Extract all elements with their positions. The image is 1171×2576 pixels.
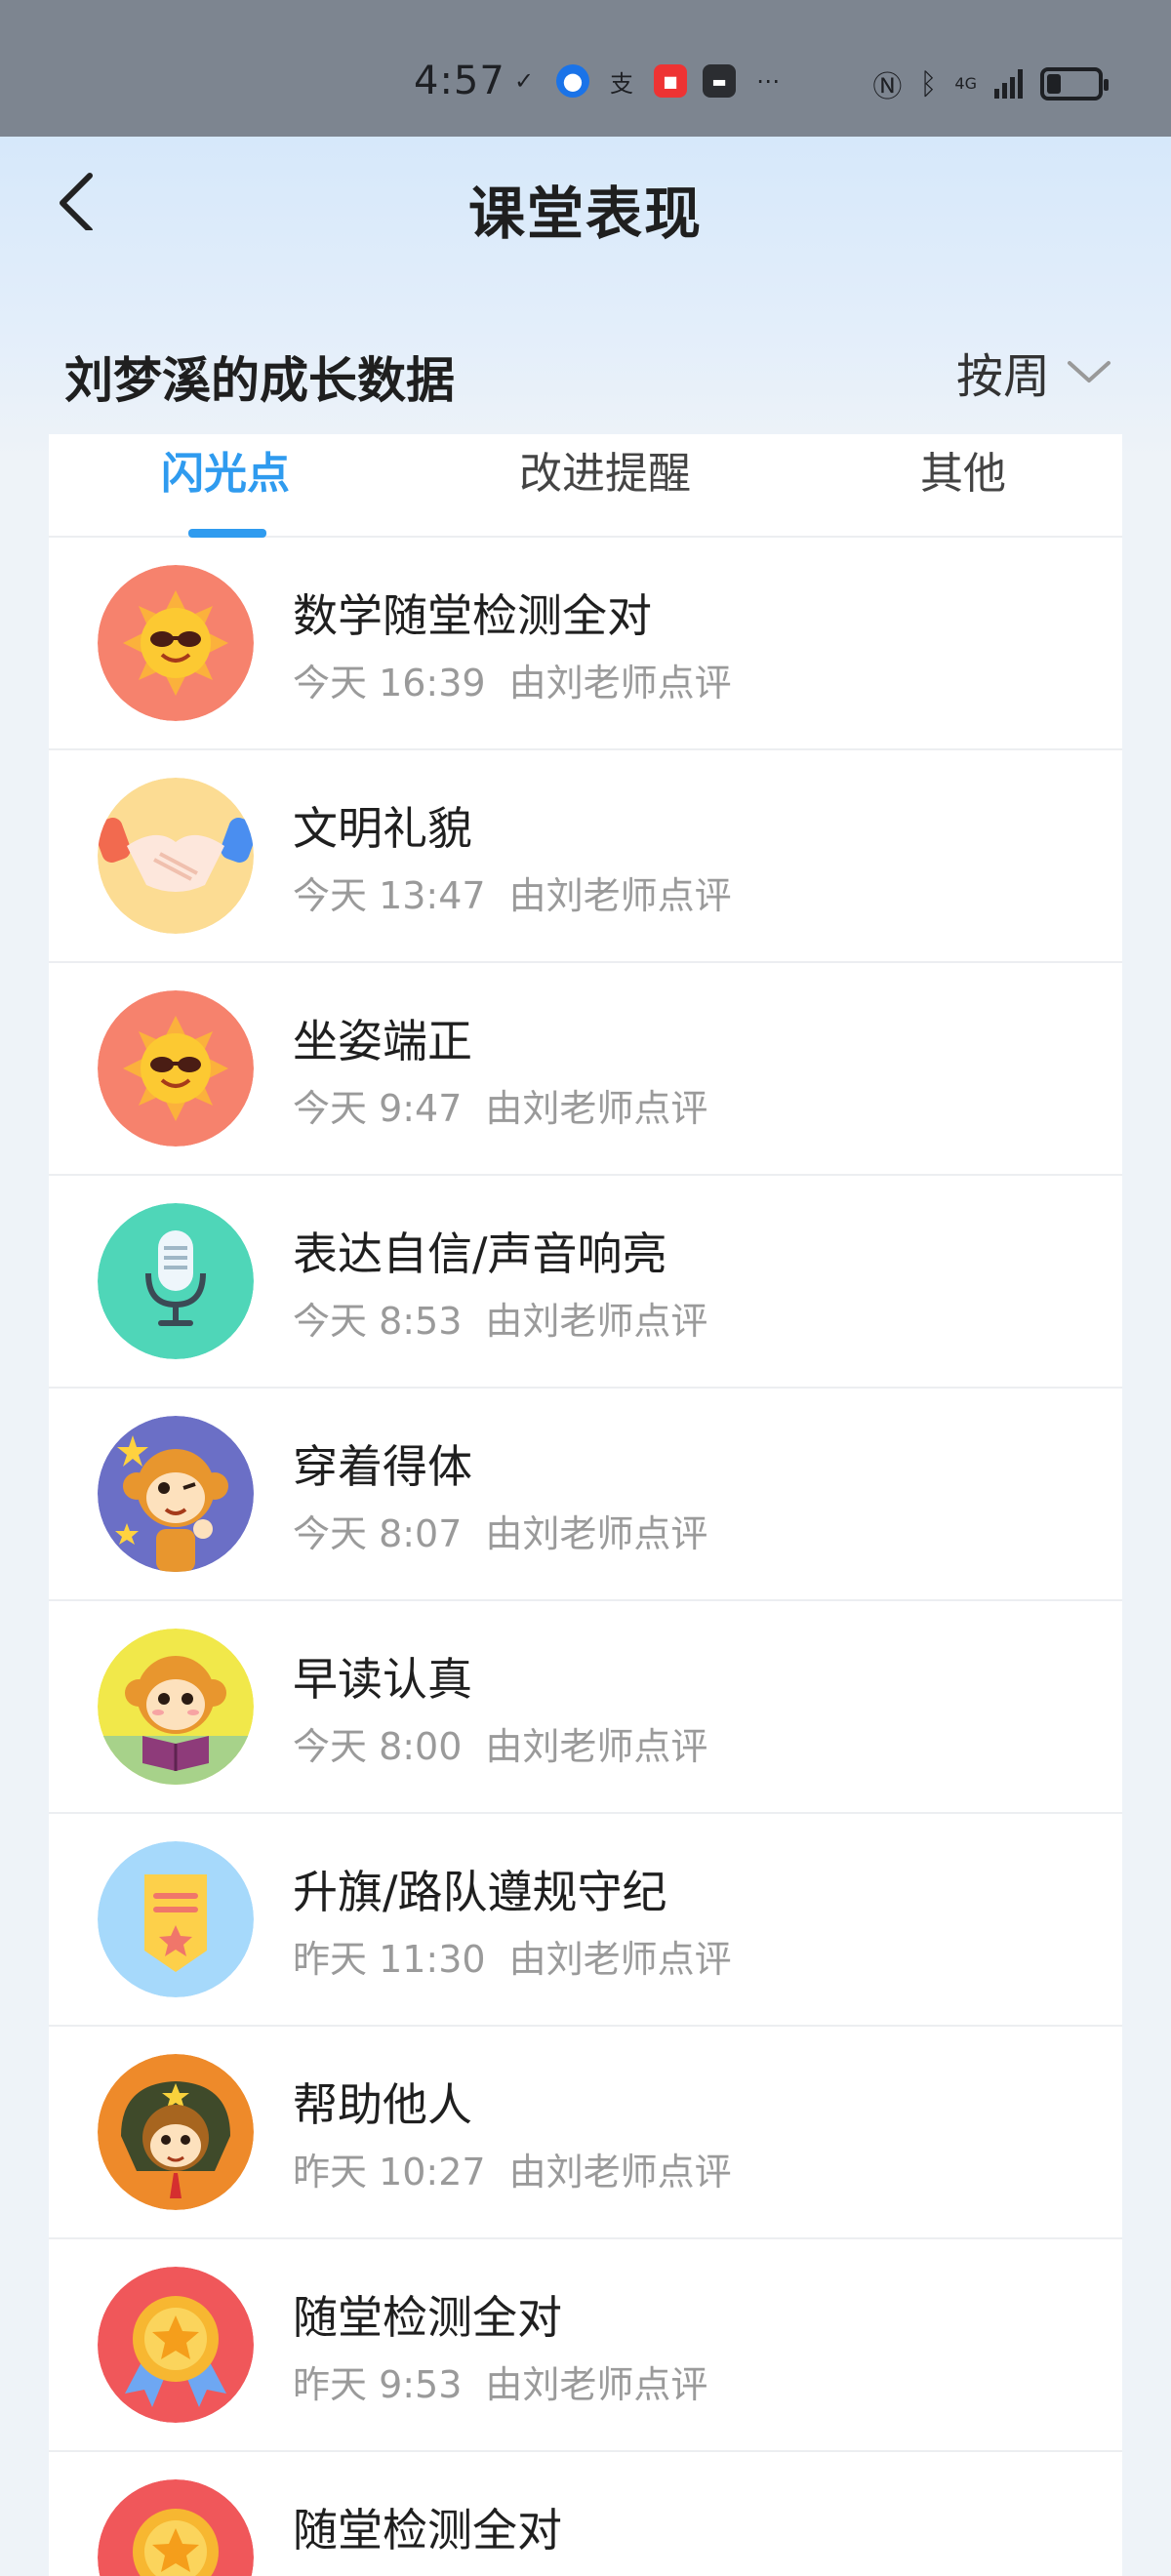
item-meta: 今天 16:39 由刘老师点评 <box>293 653 732 706</box>
item-title: 文明礼貌 <box>293 802 472 855</box>
list-item[interactable]: 表达自信/声音响亮 今天 8:53 由刘老师点评 <box>49 1176 1122 1389</box>
item-reviewer: 由刘老师点评 <box>485 1725 708 1768</box>
item-time: 昨天 9:53 <box>293 2363 463 2406</box>
item-time: 今天 9:47 <box>293 1087 463 1130</box>
list-item[interactable]: 升旗/路队遵规守纪 昨天 11:30 由刘老师点评 <box>49 1814 1122 2027</box>
item-meta <box>293 2567 316 2576</box>
item-title: 数学随堂检测全对 <box>293 589 652 642</box>
item-title: 帮助他人 <box>293 2078 472 2131</box>
list-item[interactable]: 文明礼貌 今天 13:47 由刘老师点评 <box>49 750 1122 963</box>
medal-icon <box>98 2479 254 2576</box>
handshake-icon <box>98 778 254 934</box>
item-time: 今天 8:53 <box>293 1300 463 1343</box>
news-app-icon: ■ <box>654 64 687 98</box>
sun-sunglasses-icon <box>98 565 254 721</box>
item-title: 升旗/路队遵规守纪 <box>293 1866 667 1918</box>
item-title: 表达自信/声音响亮 <box>293 1228 667 1280</box>
item-reviewer: 由刘老师点评 <box>508 1938 732 1981</box>
list-item[interactable]: 穿着得体 今天 8:07 由刘老师点评 <box>49 1389 1122 1601</box>
monkey-reading-icon <box>98 1629 254 1785</box>
student-growth-title: 刘梦溪的成长数据 <box>64 352 455 409</box>
item-time: 今天 8:00 <box>293 1725 463 1768</box>
item-reviewer: 由刘老师点评 <box>485 1512 708 1555</box>
item-reviewer: 由刘老师点评 <box>485 1300 708 1343</box>
list-item[interactable]: 早读认真 今天 8:00 由刘老师点评 <box>49 1601 1122 1814</box>
list-item[interactable]: 随堂检测全对 <box>49 2452 1122 2576</box>
item-title: 随堂检测全对 <box>293 2291 562 2344</box>
item-title: 早读认真 <box>293 1653 472 1706</box>
active-tab-indicator <box>188 529 266 538</box>
tab-bar: 闪光点 改进提醒 其他 <box>49 434 1122 538</box>
browser-icon: ● <box>556 64 589 98</box>
network-type: 4G <box>954 74 977 93</box>
item-meta: 今天 9:47 由刘老师点评 <box>293 1078 707 1132</box>
item-time: 今天 16:39 <box>293 662 486 704</box>
signal-icon <box>994 69 1023 99</box>
list-item[interactable]: 数学随堂检测全对 今天 16:39 由刘老师点评 <box>49 538 1122 750</box>
period-label: 按周 <box>955 349 1050 404</box>
double-check-icon: ✓ <box>513 67 535 95</box>
tab-highlights[interactable]: 闪光点 <box>161 434 290 538</box>
list-item[interactable]: 帮助他人 昨天 10:27 由刘老师点评 <box>49 2027 1122 2239</box>
item-meta: 昨天 11:30 由刘老师点评 <box>293 1929 732 1983</box>
item-time: 今天 8:07 <box>293 1512 463 1555</box>
medal-icon <box>98 2267 254 2423</box>
item-reviewer: 由刘老师点评 <box>508 874 732 917</box>
status-time: 4:57 <box>414 59 505 103</box>
notification-icons: ✓ ● 支 ■ ▬ ⋯ <box>507 64 785 98</box>
growth-card: 闪光点 改进提醒 其他 数学随堂检测全对 今天 16:39 由刘老师点评 文明礼貌… <box>49 434 1122 2576</box>
item-title: 随堂检测全对 <box>293 2504 562 2556</box>
page-title: 课堂表现 <box>467 181 703 247</box>
chevron-down-icon <box>1068 361 1110 382</box>
monkey-hat-icon <box>98 2054 254 2210</box>
list-item[interactable]: 随堂检测全对 昨天 9:53 由刘老师点评 <box>49 2239 1122 2452</box>
item-meta: 今天 8:53 由刘老师点评 <box>293 1291 707 1345</box>
item-meta: 今天 8:00 由刘老师点评 <box>293 1716 707 1770</box>
item-title: 穿着得体 <box>293 1440 472 1493</box>
item-time: 昨天 11:30 <box>293 1938 486 1981</box>
item-reviewer: 由刘老师点评 <box>508 2151 732 2194</box>
bluetooth-icon: ᛒ <box>919 66 938 101</box>
more-icon: ⋯ <box>756 67 780 95</box>
status-bar: 4:57 ✓ ● 支 ■ ▬ ⋯ Ⓝ ᛒ 4G <box>0 0 1171 137</box>
item-reviewer: 由刘老师点评 <box>485 2363 708 2406</box>
notes-app-icon: ▬ <box>703 64 736 98</box>
period-dropdown[interactable]: 按周 <box>956 338 1112 406</box>
item-meta: 今天 13:47 由刘老师点评 <box>293 865 732 919</box>
microphone-icon <box>98 1203 254 1359</box>
list-item[interactable]: 坐姿端正 今天 9:47 由刘老师点评 <box>49 963 1122 1176</box>
monkey-thumbs-up-icon <box>98 1416 254 1572</box>
item-meta: 今天 8:07 由刘老师点评 <box>293 1504 707 1557</box>
sun-sunglasses-icon <box>98 990 254 1147</box>
battery-icon <box>1040 67 1109 101</box>
item-meta: 昨天 10:27 由刘老师点评 <box>293 2142 732 2195</box>
item-time: 昨天 10:27 <box>293 2151 486 2194</box>
nfc-icon: Ⓝ <box>872 70 903 104</box>
tab-improvements[interactable]: 改进提醒 <box>519 434 691 538</box>
alipay-icon: 支 <box>610 69 633 98</box>
highlights-list: 数学随堂检测全对 今天 16:39 由刘老师点评 文明礼貌 今天 13:47 由刘老… <box>49 538 1122 2576</box>
banner-star-icon <box>98 1841 254 1997</box>
system-icons: Ⓝ ᛒ 4G <box>872 62 1109 105</box>
item-time: 今天 13:47 <box>293 874 486 917</box>
tab-other[interactable]: 其他 <box>920 434 1006 538</box>
item-reviewer: 由刘老师点评 <box>508 662 732 704</box>
item-reviewer: 由刘老师点评 <box>485 1087 708 1130</box>
item-meta: 昨天 9:53 由刘老师点评 <box>293 2355 707 2408</box>
item-title: 坐姿端正 <box>293 1015 472 1067</box>
